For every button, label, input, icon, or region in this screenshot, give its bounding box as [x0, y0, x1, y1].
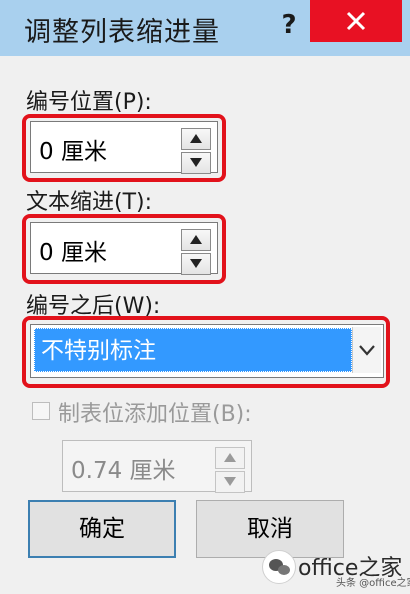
title-bar: 调整列表缩进量 ? — [0, 0, 410, 56]
chevron-down-icon — [359, 345, 375, 356]
triangle-down-icon — [224, 477, 236, 486]
watermark: office之家 头条 @office之家 — [262, 546, 410, 590]
number-position-down-button[interactable] — [181, 152, 211, 174]
text-indent-down-button[interactable] — [181, 253, 211, 275]
triangle-up-icon — [190, 134, 202, 143]
dialog-title: 调整列表缩进量 — [24, 17, 220, 48]
follow-number-dropdown-button[interactable] — [352, 327, 381, 373]
text-indent-value: 0 厘米 — [39, 240, 107, 266]
follow-number-select[interactable]: 不特别标注 — [30, 324, 384, 378]
tab-stop-position-input[interactable]: 0.74 厘米 — [62, 440, 252, 493]
text-indent-label: 文本缩进(T): — [26, 190, 153, 215]
text-indent-input[interactable]: 0 厘米 — [30, 222, 218, 275]
add-tab-stop-label: 制表位添加位置(B): — [58, 402, 252, 427]
dialog-body: 编号位置(P): 0 厘米 文本缩进(T): 0 厘米 编号之后(W): 不特别… — [0, 56, 410, 594]
watermark-logo-icon — [262, 550, 296, 584]
add-tab-stop-checkbox[interactable] — [32, 402, 50, 420]
follow-number-selected-value: 不特别标注 — [34, 328, 352, 372]
tab-stop-down-button[interactable] — [215, 471, 245, 493]
help-button[interactable]: ? — [268, 8, 310, 42]
tab-stop-up-button[interactable] — [215, 447, 245, 469]
adjust-list-indents-dialog: 调整列表缩进量 ? 编号位置(P): 0 厘米 文本缩进(T): 0 厘米 编号… — [0, 0, 410, 594]
triangle-down-icon — [190, 259, 202, 268]
ok-button[interactable]: 确定 — [28, 500, 176, 558]
watermark-subtext: 头条 @office之家 — [336, 578, 410, 589]
number-position-label: 编号位置(P): — [26, 90, 152, 115]
number-position-up-button[interactable] — [181, 128, 211, 150]
number-position-value: 0 厘米 — [39, 139, 107, 165]
tab-stop-position-value: 0.74 厘米 — [71, 458, 176, 484]
close-icon — [346, 11, 366, 31]
close-button[interactable] — [310, 0, 402, 42]
triangle-up-icon — [224, 453, 236, 462]
triangle-down-icon — [190, 158, 202, 167]
number-position-input[interactable]: 0 厘米 — [30, 121, 218, 174]
text-indent-up-button[interactable] — [181, 229, 211, 251]
triangle-up-icon — [190, 235, 202, 244]
